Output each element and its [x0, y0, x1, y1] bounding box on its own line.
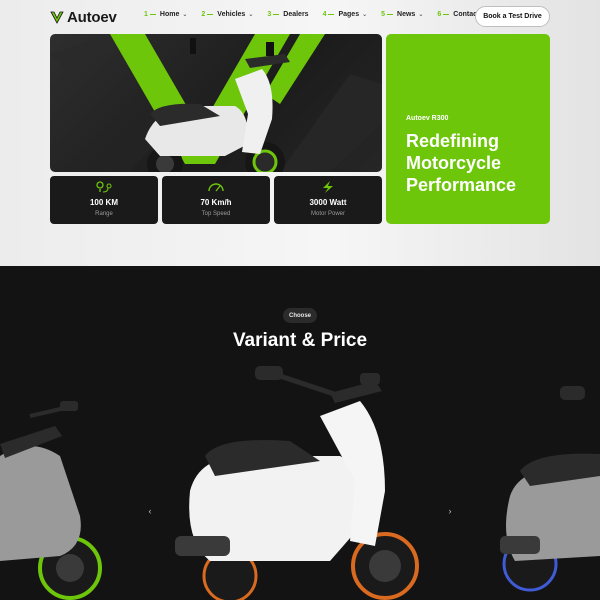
scooter-variant-right-image[interactable]	[495, 386, 600, 600]
stat-value: 70 Km/h	[200, 198, 232, 207]
nav-item-dash	[149, 14, 156, 15]
stat-card-range: 100 KM Range	[50, 176, 158, 224]
nav-item-label: Dealers	[283, 11, 309, 18]
location-route-icon	[50, 180, 158, 194]
stat-value: 3000 Watt	[309, 198, 347, 207]
logo-mark-icon	[50, 11, 64, 24]
nav-item-number: 6	[437, 11, 442, 18]
nav-item-number: 3	[267, 11, 272, 18]
scooter-variant-center-image[interactable]	[170, 361, 440, 600]
hero-image	[50, 34, 382, 172]
nav-item-pages[interactable]: 4 Pages ⌄	[323, 11, 368, 18]
hero-title: Redefining Motorcycle Performance	[406, 131, 517, 195]
stat-label: Motor Power	[310, 211, 345, 217]
nav-item-label: News	[397, 11, 416, 18]
nav-item-number: 2	[201, 11, 206, 18]
speedometer-icon	[162, 180, 270, 194]
nav-item-number: 5	[381, 11, 386, 18]
lightning-icon	[274, 180, 382, 194]
model-name: Autoev R300	[406, 115, 449, 122]
logo[interactable]: Autoev	[50, 8, 117, 26]
nav-item-label: Vehicles	[217, 11, 246, 18]
chevron-down-icon: ⌄	[418, 12, 424, 18]
stat-card-motor-power: 3000 Watt Motor Power	[274, 176, 382, 224]
carousel-prev-button[interactable]: ‹	[143, 504, 157, 518]
nav-item-contact[interactable]: 6 Contact	[437, 11, 479, 18]
section-chip: Choose	[283, 308, 317, 323]
variant-section: Choose Variant & Price ‹ ›	[0, 266, 600, 600]
nav-item-dash	[207, 14, 214, 15]
hero-section: Autoev 1 Home ⌄ 2 Vehicles ⌄ 3 Dealers 4	[0, 0, 600, 266]
chevron-down-icon: ⌄	[182, 12, 188, 18]
stat-value: 100 KM	[89, 198, 118, 207]
section-title: Variant & Price	[232, 330, 368, 351]
stat-label: Top Speed	[201, 211, 231, 217]
nav-item-number: 4	[322, 11, 327, 18]
nav-item-label: Pages	[338, 11, 360, 18]
nav-item-label: Home	[159, 11, 180, 18]
stat-label: Range	[95, 211, 113, 217]
nav-item-number: 1	[144, 11, 148, 18]
stat-card-top-speed: 70 Km/h Top Speed	[162, 176, 270, 224]
promo-card: Autoev R300 Redefining Motorcycle Perfor…	[386, 34, 550, 224]
chevron-down-icon: ⌄	[248, 12, 254, 18]
scooter-variant-left-image[interactable]	[0, 396, 110, 600]
site-header: Autoev 1 Home ⌄ 2 Vehicles ⌄ 3 Dealers 4	[0, 0, 600, 34]
main-nav: 1 Home ⌄ 2 Vehicles ⌄ 3 Dealers 4 Pages …	[144, 11, 479, 18]
logo-text: Autoev	[67, 8, 117, 26]
scooter-hero-illustration	[50, 34, 382, 172]
nav-item-dash	[387, 14, 394, 15]
carousel-next-button[interactable]: ›	[443, 504, 457, 518]
nav-item-dash	[328, 14, 335, 15]
book-test-drive-button[interactable]: Book a Test Drive	[475, 6, 550, 27]
nav-item-news[interactable]: 5 News ⌄	[381, 11, 423, 18]
nav-item-home[interactable]: 1 Home ⌄	[144, 11, 187, 18]
chevron-down-icon: ⌄	[362, 12, 368, 18]
nav-item-vehicles[interactable]: 2 Vehicles ⌄	[201, 11, 253, 18]
nav-item-dealers[interactable]: 3 Dealers	[267, 11, 308, 18]
nav-item-dash	[443, 14, 450, 15]
nav-item-dash	[273, 14, 280, 15]
